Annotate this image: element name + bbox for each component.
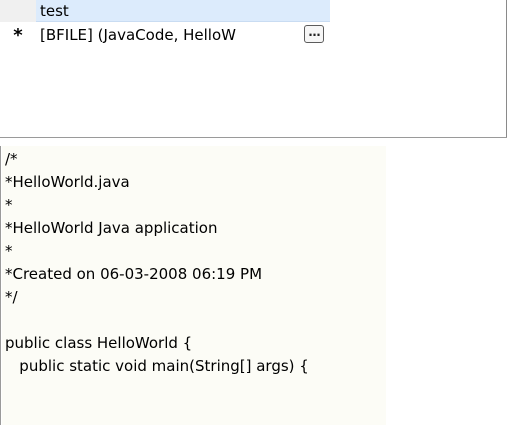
table-row[interactable]: * [BFILE] (JavaCode, HelloW … <box>0 22 330 48</box>
code-line: * <box>5 242 13 260</box>
code-viewer[interactable]: /* *HelloWorld.java * *HelloWorld Java a… <box>0 146 507 425</box>
grid-header-row: test <box>0 0 330 22</box>
ellipsis-button[interactable]: … <box>304 25 324 43</box>
data-grid: test * [BFILE] (JavaCode, HelloW … <box>0 0 507 137</box>
code-line: */ <box>5 288 18 306</box>
code-line: * <box>5 196 13 214</box>
column-header-test[interactable]: test <box>36 0 330 22</box>
code-line: public static void main(String[] args) { <box>5 357 309 375</box>
code-line: /* <box>5 150 18 168</box>
code-line: public class HelloWorld { <box>5 334 193 352</box>
cell-test[interactable]: [BFILE] (JavaCode, HelloW … <box>36 22 330 48</box>
splitter[interactable] <box>0 137 507 146</box>
cell-value: [BFILE] (JavaCode, HelloW <box>40 26 236 44</box>
code-line: *HelloWorld.java <box>5 173 130 191</box>
code-line: *HelloWorld Java application <box>5 219 218 237</box>
row-indicator-header <box>0 0 36 22</box>
bfile-viewer-window: test * [BFILE] (JavaCode, HelloW … /* *H… <box>0 0 507 425</box>
row-indicator-new[interactable]: * <box>0 22 36 48</box>
code-line: *Created on 06-03-2008 06:19 PM <box>5 265 263 283</box>
code-lines: /* *HelloWorld.java * *HelloWorld Java a… <box>5 148 309 378</box>
